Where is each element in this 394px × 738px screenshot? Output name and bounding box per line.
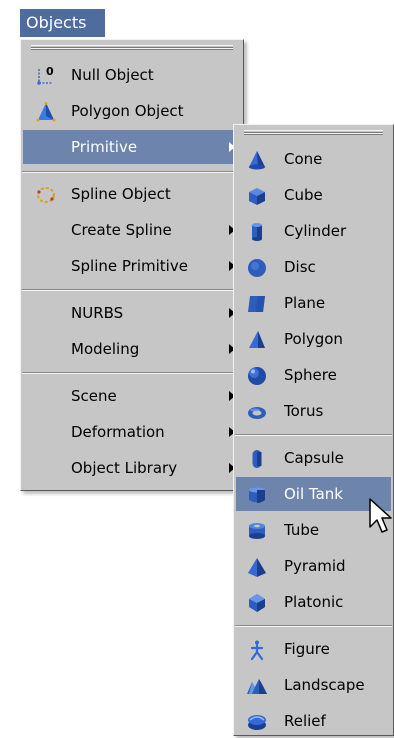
menu-item-spline-object[interactable]: Spline Object (23, 177, 241, 211)
submenu-item-capsule[interactable]: Capsule (236, 441, 391, 475)
submenu-item-label: Plane (284, 294, 326, 312)
cube-icon (249, 188, 265, 205)
menu-item-polygon-object[interactable]: Polygon Object (23, 94, 241, 128)
menu-item-label: Spline Object (71, 185, 171, 203)
pyramid-icon (248, 558, 266, 577)
cylinder-icon (252, 223, 262, 241)
submenu-item-label: Figure (284, 640, 330, 658)
menu-separator (22, 171, 242, 173)
menu-item-primitive[interactable]: Primitive (23, 130, 241, 164)
submenu-item-disc[interactable]: Disc (236, 250, 391, 284)
tear-off-handle[interactable] (244, 129, 383, 135)
submenu-item-label: Landscape (284, 676, 365, 694)
menu-item-label: NURBS (71, 304, 124, 322)
cone-icon (249, 151, 265, 170)
menu-item-label: Create Spline (71, 221, 172, 239)
oil-tank-icon (249, 487, 265, 503)
objects-menu-title[interactable]: Objects (20, 9, 105, 37)
disc-icon (248, 259, 266, 277)
submenu-item-label: Cube (284, 186, 323, 204)
submenu-item-label: Disc (284, 258, 316, 276)
figure-icon (250, 640, 264, 661)
submenu-item-label: Cylinder (284, 222, 347, 240)
mouse-cursor-icon (369, 498, 392, 533)
platonic-icon (249, 594, 265, 612)
tear-off-handle[interactable] (31, 44, 233, 50)
menu-item-label: Spline Primitive (71, 257, 188, 275)
menu-item-modeling[interactable]: Modeling (23, 332, 241, 366)
submenu-item-label: Torus (284, 402, 324, 420)
menu-item-label: Deformation (71, 423, 165, 441)
menu-item-label: Modeling (71, 340, 140, 358)
menu-item-scene[interactable]: Scene (23, 379, 241, 413)
menu-separator (22, 289, 242, 291)
submenu-item-cone[interactable]: Cone (236, 142, 391, 176)
submenu-item-relief[interactable]: Relief (236, 704, 391, 738)
submenu-item-label: Cone (284, 150, 323, 168)
submenu-item-cylinder[interactable]: Cylinder (236, 214, 391, 248)
sphere-icon (248, 367, 266, 385)
submenu-item-label: Polygon (284, 330, 343, 348)
submenu-item-label: Sphere (284, 366, 337, 384)
submenu-item-plane[interactable]: Plane (236, 286, 391, 320)
menu-item-label: Object Library (71, 459, 178, 477)
menu-item-object-library[interactable]: Object Library (23, 451, 241, 485)
submenu-item-label: Tube (284, 521, 320, 539)
submenu-item-figure[interactable]: Figure (236, 632, 391, 666)
tube-icon (249, 523, 265, 539)
menu-separator (235, 625, 392, 627)
submenu-item-sphere[interactable]: Sphere (236, 358, 391, 392)
torus-icon (248, 407, 266, 419)
objects-menu: 0 Null Object Polygon Object Primitive S… (20, 39, 244, 491)
menu-item-null-object[interactable]: 0 Null Object (23, 58, 241, 92)
spline-object-icon (37, 187, 55, 203)
submenu-item-label: Oil Tank (284, 485, 343, 503)
submenu-item-polygon[interactable]: Polygon (236, 322, 391, 356)
menu-item-label: Null Object (71, 66, 154, 84)
null-object-icon: 0 (37, 65, 54, 85)
menu-item-spline-primitive[interactable]: Spline Primitive (23, 249, 241, 283)
submenu-item-landscape[interactable]: Landscape (236, 668, 391, 702)
submenu-item-platonic[interactable]: Platonic (236, 585, 391, 619)
capsule-icon (252, 450, 262, 468)
menu-item-create-spline[interactable]: Create Spline (23, 213, 241, 247)
menu-item-deformation[interactable]: Deformation (23, 415, 241, 449)
menu-separator (22, 372, 242, 374)
menu-item-nurbs[interactable]: NURBS (23, 296, 241, 330)
submenu-item-label: Pyramid (284, 557, 346, 575)
menu-item-label: Scene (71, 387, 117, 405)
submenu-item-label: Relief (284, 712, 326, 730)
menu-item-label: Polygon Object (71, 102, 184, 120)
svg-text:0: 0 (46, 65, 54, 78)
menu-item-label: Primitive (71, 138, 138, 156)
submenu-item-torus[interactable]: Torus (236, 394, 391, 428)
submenu-item-label: Platonic (284, 593, 344, 611)
polygon-icon (249, 331, 265, 348)
polygon-object-icon (36, 102, 56, 122)
submenu-item-cube[interactable]: Cube (236, 178, 391, 212)
submenu-item-label: Capsule (284, 449, 344, 467)
primitive-submenu: Cone Cube Cylinder Disc Plane Polygon Sp… (233, 124, 394, 736)
landscape-icon (247, 679, 267, 694)
submenu-item-pyramid[interactable]: Pyramid (236, 549, 391, 583)
menu-separator (235, 434, 392, 436)
plane-icon (248, 296, 265, 312)
relief-icon (248, 715, 266, 730)
